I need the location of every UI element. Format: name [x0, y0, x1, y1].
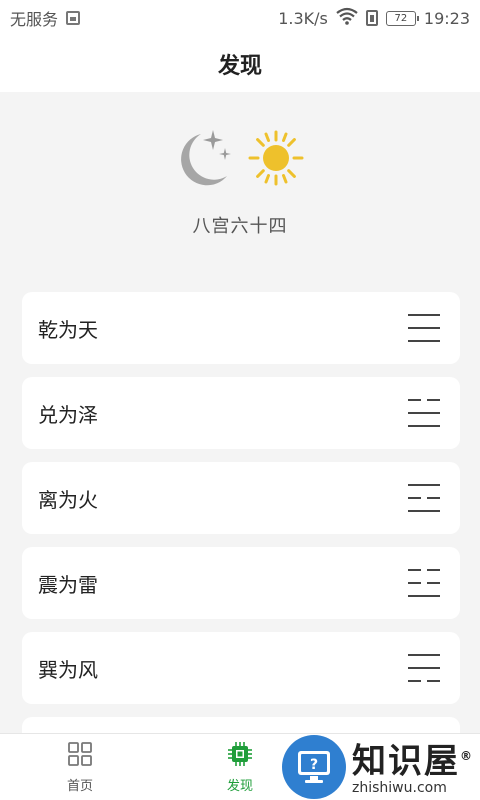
list-item-label: 离为火 [38, 487, 98, 512]
grid-icon [67, 741, 93, 771]
carrier-text: 无服务 [10, 10, 59, 29]
nav-discover-label: 发现 [226, 778, 253, 794]
watermark-cn: 知识屋® [352, 741, 474, 782]
wifi-icon [336, 7, 358, 29]
watermark-logo-icon: ? [282, 734, 346, 799]
list-item-label: 乾为天 [38, 317, 98, 342]
status-bar: 无服务 1.3K/s 72 19:23 [0, 0, 480, 36]
trigram-list: 乾为天 兑为泽 离为火 震为雷 巽为风 [22, 292, 460, 800]
battery-icon: 72 [385, 10, 419, 26]
status-left: 无服务 [10, 6, 81, 30]
status-right: 1.3K/s 72 19:23 [278, 7, 470, 29]
sun-icon [247, 129, 305, 191]
watermark-en: zhishiwu.com [352, 780, 447, 797]
moon-stars-icon [175, 126, 239, 194]
clock: 19:23 [423, 8, 470, 28]
trigram-icon [408, 314, 440, 342]
trigram-icon [408, 399, 440, 427]
page-title: 发现 [217, 54, 262, 79]
list-item[interactable]: 兑为泽 [22, 377, 460, 449]
list-item[interactable]: 巽为风 [22, 632, 460, 704]
nav-home[interactable]: 首页 [0, 734, 160, 800]
trigram-icon [408, 484, 440, 512]
list-item-label: 巽为风 [38, 657, 98, 682]
nav-home-label: 首页 [66, 778, 93, 794]
battery-level: 72 [394, 12, 408, 24]
app-header: 发现 [0, 36, 480, 92]
list-item-label: 震为雷 [38, 572, 98, 597]
watermark-text: 知识屋® zhishiwu.com [352, 737, 474, 796]
hero-icons [175, 120, 305, 200]
list-item[interactable]: 离为火 [22, 462, 460, 534]
list-item[interactable]: 震为雷 [22, 547, 460, 619]
trigram-icon [408, 654, 440, 682]
chip-icon [227, 741, 253, 771]
watermark: ? 知识屋® zhishiwu.com [282, 733, 480, 800]
hero-caption: 八宫六十四 [192, 216, 288, 237]
list-item-label: 兑为泽 [38, 402, 98, 427]
sim-card-icon [365, 10, 378, 26]
hero-section: 八宫六十四 [0, 120, 480, 250]
network-speed: 1.3K/s [278, 8, 328, 28]
list-item[interactable]: 乾为天 [22, 292, 460, 364]
svg-text:?: ? [310, 757, 318, 773]
trigram-icon [408, 569, 440, 597]
image-notification-icon [66, 11, 81, 25]
